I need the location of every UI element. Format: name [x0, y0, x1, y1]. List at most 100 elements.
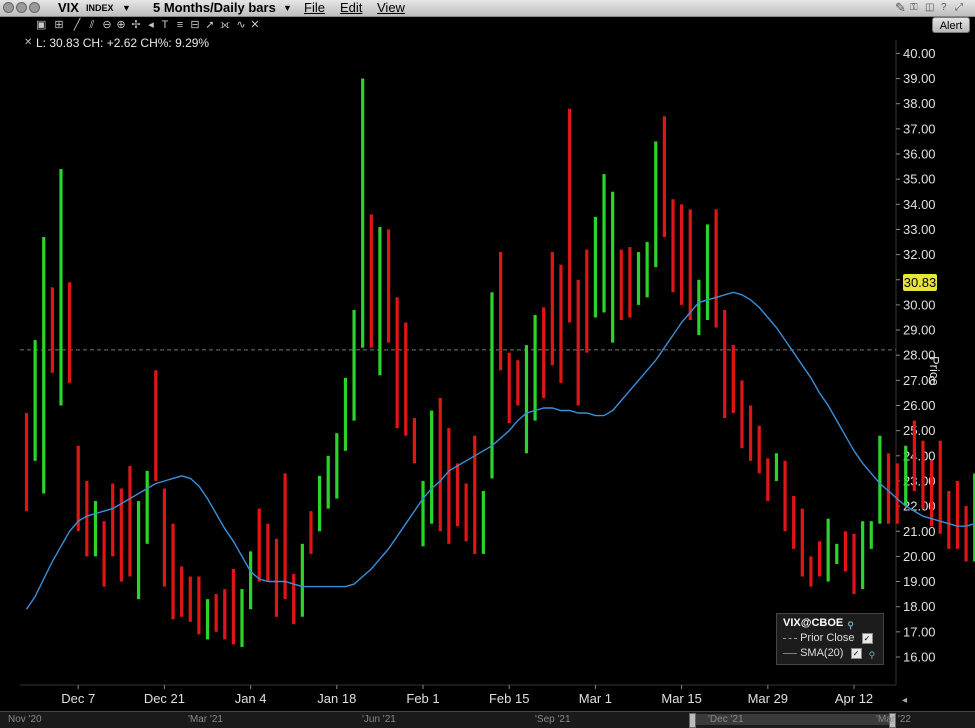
bar-up: [482, 491, 485, 554]
bar-down: [740, 380, 743, 448]
bar-down: [51, 287, 54, 373]
y-tick-label: 26.00: [903, 398, 936, 413]
bar-up: [646, 242, 649, 297]
bar-up: [42, 237, 45, 494]
bar-up: [34, 340, 37, 461]
bar-down: [732, 345, 735, 413]
bar-down: [508, 353, 511, 423]
bar-down: [887, 453, 890, 523]
bar-down: [715, 209, 718, 327]
x-tick-label: Apr 12: [835, 691, 873, 706]
bar-down: [896, 463, 899, 523]
x-tick-label: Mar 1: [579, 691, 612, 706]
x-tick-label: Feb 15: [489, 691, 529, 706]
bar-down: [913, 421, 916, 491]
bar-down: [232, 569, 235, 644]
wrench-icon[interactable]: ⚲: [847, 618, 855, 628]
bar-up: [137, 501, 140, 599]
scroll-right-icon[interactable]: ◂: [902, 695, 907, 706]
bar-down: [956, 481, 959, 549]
bar-up: [870, 521, 873, 549]
bar-down: [964, 506, 967, 561]
bar-down: [85, 481, 88, 556]
time-navigator[interactable]: Nov '20 'Mar '21 'Jun '21 'Sep '21 'Dec …: [0, 711, 975, 728]
ohlc-bars: [25, 79, 975, 647]
bar-down: [766, 458, 769, 501]
y-tick-label: 38.00: [903, 96, 936, 111]
bar-down: [585, 250, 588, 353]
bar-down: [852, 534, 855, 594]
bar-up: [827, 519, 830, 582]
bar-down: [663, 116, 666, 237]
bar-down: [68, 282, 71, 383]
bar-down: [921, 441, 924, 509]
bar-up: [602, 174, 605, 312]
y-tick-label: 37.00: [903, 121, 936, 136]
bar-down: [25, 413, 28, 511]
bar-down: [680, 204, 683, 305]
bar-up: [352, 310, 355, 421]
bar-down: [163, 488, 166, 586]
bar-down: [387, 229, 390, 342]
bar-down: [396, 297, 399, 428]
bar-down: [447, 428, 450, 544]
bar-up: [654, 141, 657, 267]
prior-close-checkbox[interactable]: ✓: [862, 633, 873, 644]
x-tick-label: Jan 4: [235, 691, 267, 706]
last-price-tag: 30.83: [903, 274, 937, 291]
bar-down: [801, 509, 804, 577]
bar-down: [551, 252, 554, 365]
bar-down: [439, 398, 442, 531]
bar-up: [878, 436, 881, 524]
bar-up: [861, 521, 864, 589]
bar-down: [284, 473, 287, 599]
legend-item-prior-close[interactable]: Prior Close ✓: [783, 631, 873, 645]
bar-down: [111, 483, 114, 556]
blue-line-swatch: [783, 653, 797, 654]
bar-up: [637, 252, 640, 305]
navigator-label: 'Mar '21: [188, 714, 223, 725]
bar-down: [370, 214, 373, 347]
y-tick-label: 33.00: [903, 222, 936, 237]
y-tick-label: 39.00: [903, 71, 936, 86]
y-tick-label: 18.00: [903, 599, 936, 614]
bar-up: [206, 599, 209, 639]
sma-settings-icon[interactable]: ⚲: [869, 648, 877, 658]
bar-down: [197, 577, 200, 635]
legend-title: VIX@CBOE⚲: [783, 616, 855, 630]
bar-down: [542, 307, 545, 398]
x-tick-label: Dec 21: [144, 691, 185, 706]
navigator-label: 'Mar '22: [876, 714, 911, 725]
bar-up: [301, 544, 304, 617]
navigator-label: 'Dec '21: [708, 714, 744, 725]
y-tick-label: 40.00: [903, 46, 936, 61]
y-tick-label: 30.00: [903, 297, 936, 312]
bar-up: [240, 589, 243, 647]
y-tick-label: 34.00: [903, 197, 936, 212]
bar-down: [77, 446, 80, 532]
navigator-label: 'Jun '21: [362, 714, 396, 725]
bar-down: [473, 436, 476, 554]
bar-up: [318, 476, 321, 531]
bar-up: [361, 79, 364, 348]
chart-legend[interactable]: VIX@CBOE⚲ Prior Close ✓ SMA(20) ✓ ⚲: [776, 613, 884, 665]
bar-down: [844, 531, 847, 571]
bar-down: [758, 426, 761, 474]
bar-up: [594, 217, 597, 318]
close-readout-icon[interactable]: ✕: [24, 37, 32, 48]
bar-up: [327, 456, 330, 509]
bar-down: [154, 370, 157, 481]
bar-up: [94, 501, 97, 556]
sma-checkbox[interactable]: ✓: [851, 648, 862, 659]
bar-up: [430, 411, 433, 524]
bar-down: [128, 466, 131, 577]
bar-down: [223, 589, 226, 639]
y-tick-label: 25.00: [903, 423, 936, 438]
bar-up: [525, 345, 528, 453]
bar-up: [533, 315, 536, 421]
y-tick-label: 20.00: [903, 549, 936, 564]
legend-item-sma[interactable]: SMA(20) ✓ ⚲: [783, 646, 877, 660]
navigator-left-handle[interactable]: [689, 713, 696, 728]
x-tick-label: Feb 1: [406, 691, 439, 706]
y-tick-label: 16.00: [903, 650, 936, 665]
